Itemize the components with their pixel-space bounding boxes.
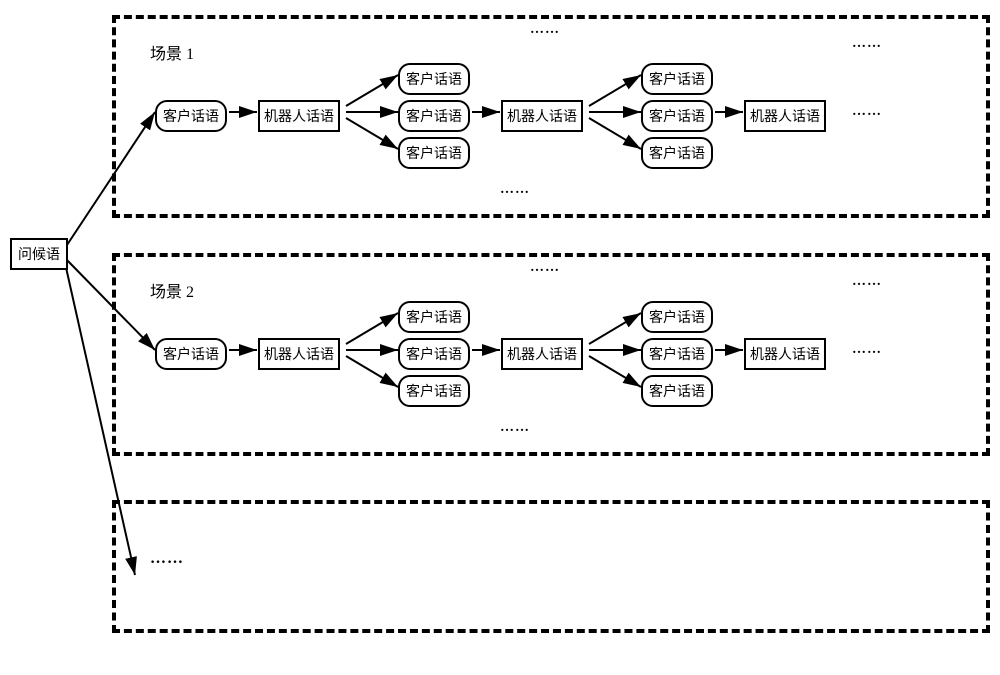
- s2-robot-2: 机器人话语: [501, 338, 583, 370]
- s2-robot-3: 机器人话语: [744, 338, 826, 370]
- s1-dots-top: ……: [530, 22, 560, 38]
- greeting-node: 问候语: [10, 238, 68, 270]
- s1-customer-2a: 客户话语: [398, 63, 470, 95]
- s1-dots-right1: ……: [852, 36, 882, 52]
- s1-dots-bottom: ……: [500, 182, 530, 198]
- s2-dots-right1: ……: [852, 274, 882, 290]
- s1-customer-2b: 客户话语: [398, 100, 470, 132]
- scene3-panel: [112, 500, 990, 633]
- s1-customer-3a: 客户话语: [641, 63, 713, 95]
- s2-customer-2b: 客户话语: [398, 338, 470, 370]
- s1-robot-1: 机器人话语: [258, 100, 340, 132]
- scene1-label: 场景 1: [150, 40, 194, 64]
- s2-dots-right2: ……: [852, 342, 882, 358]
- s2-customer-1: 客户话语: [155, 338, 227, 370]
- greeting-label: 问候语: [18, 244, 60, 264]
- s1-robot-3: 机器人话语: [744, 100, 826, 132]
- s2-customer-3c: 客户话语: [641, 375, 713, 407]
- s1-customer-1: 客户话语: [155, 100, 227, 132]
- s3-dots: ……: [150, 550, 184, 568]
- s2-dots-top: ……: [530, 260, 560, 276]
- s2-robot-1: 机器人话语: [258, 338, 340, 370]
- s2-dots-bottom: ……: [500, 420, 530, 436]
- s2-customer-2c: 客户话语: [398, 375, 470, 407]
- s1-robot-2: 机器人话语: [501, 100, 583, 132]
- s1-customer-3c: 客户话语: [641, 137, 713, 169]
- s1-dots-right2: ……: [852, 104, 882, 120]
- scene2-label: 场景 2: [150, 278, 194, 302]
- s1-customer-2c: 客户话语: [398, 137, 470, 169]
- s1-customer-3b: 客户话语: [641, 100, 713, 132]
- s2-customer-2a: 客户话语: [398, 301, 470, 333]
- s2-customer-3a: 客户话语: [641, 301, 713, 333]
- s2-customer-3b: 客户话语: [641, 338, 713, 370]
